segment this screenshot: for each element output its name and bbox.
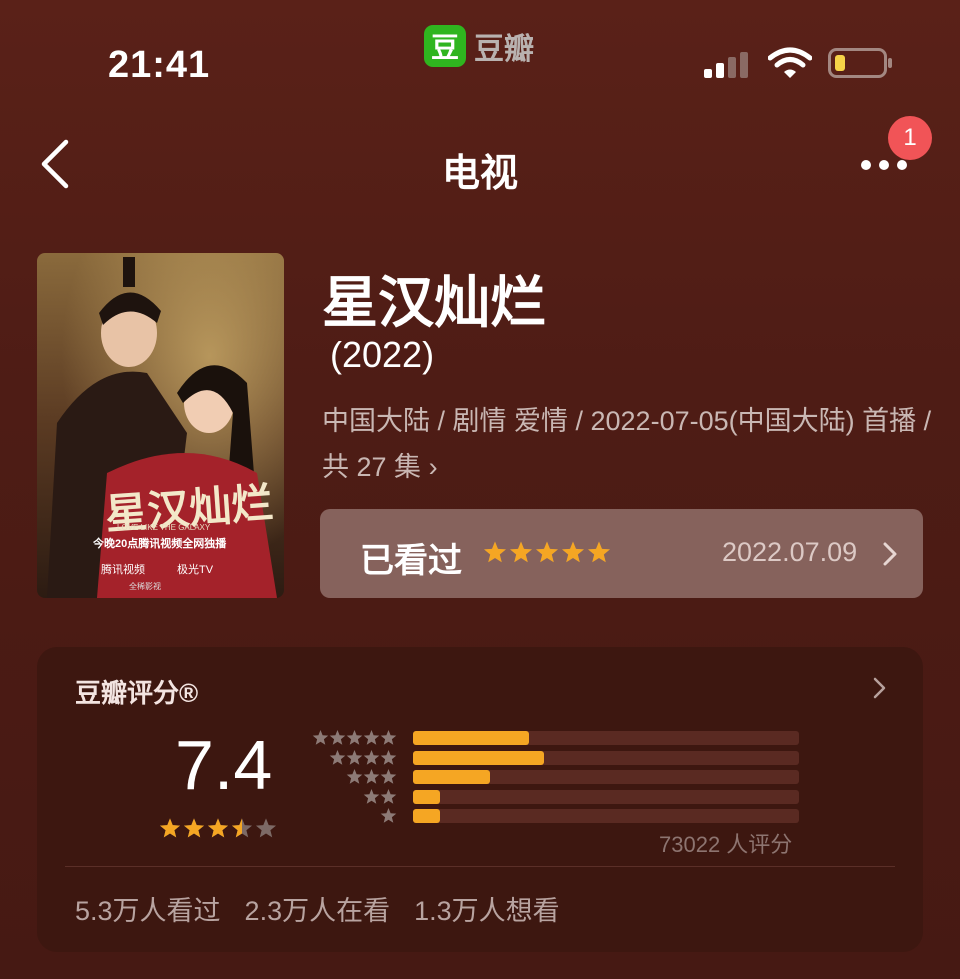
rating-dist-row (311, 807, 811, 825)
star-icon (380, 769, 397, 784)
star-icon (183, 818, 205, 838)
show-meta[interactable]: 中国大陆 / 剧情 爱情 / 2022-07-05(中国大陆) 首播 / 共 2… (322, 398, 932, 490)
dist-bar-track (413, 770, 799, 784)
dist-stars (329, 749, 397, 766)
dist-bar-track (413, 809, 799, 823)
status-bar: 21:41 豆 豆瓣 (0, 0, 960, 110)
notification-badge[interactable]: 1 (888, 116, 932, 160)
audience-stats: 5.3万人看过 2.3万人在看 1.3万人想看 (75, 889, 560, 928)
rating-dist-row (311, 768, 811, 786)
star-icon (346, 730, 363, 745)
signal-icon (704, 52, 748, 78)
douban-logo-icon: 豆 (424, 25, 466, 67)
star-icon (312, 730, 329, 745)
dist-bar-track (413, 731, 799, 745)
nav-bar: 电视 (0, 120, 960, 210)
star-icon (363, 788, 380, 804)
star-icon (346, 769, 363, 784)
star-icon (588, 541, 610, 563)
poster-promo: 今晚20点腾讯视频全网独播 (93, 538, 227, 550)
chevron-right-icon[interactable] (873, 677, 887, 699)
star-icon (159, 818, 181, 838)
score-stars (159, 817, 277, 839)
my-rating-stars (483, 540, 611, 564)
watched-label: 已看过 (360, 542, 462, 580)
poster-subtitle: LOVE LIKE THE GALAXY (117, 523, 211, 532)
chevron-right-icon (883, 542, 897, 566)
rating-dist-row (311, 788, 811, 806)
dist-stars (346, 768, 397, 785)
stat-watched[interactable]: 5.3万人看过 (75, 889, 221, 928)
app-indicator: 豆 豆瓣 (424, 24, 534, 68)
dist-bar-track (413, 750, 799, 765)
dist-bar-fill (413, 770, 491, 784)
stat-want[interactable]: 1.3万人想看 (414, 889, 560, 928)
star-icon (346, 749, 363, 765)
rating-title: 豆瓣评分® (75, 678, 199, 708)
star-icon (380, 730, 397, 745)
dist-bar-fill (413, 789, 441, 804)
chevron-right-icon: › (428, 452, 438, 482)
divider (65, 866, 895, 867)
star-icon (363, 769, 380, 784)
dist-stars (312, 729, 397, 746)
star-icon (207, 818, 229, 838)
battery-icon (828, 48, 892, 78)
poster-brand-1: 腾讯视频 (101, 564, 145, 576)
rating-dist-row (311, 729, 811, 747)
dist-bar-track (413, 789, 799, 804)
show-meta-text: 中国大陆 / 剧情 爱情 / 2022-07-05(中国大陆) 首播 / 共 2… (322, 406, 932, 482)
show-title: 星汉灿烂 (322, 271, 546, 334)
watched-date: 2022.07.09 (722, 537, 858, 567)
rating-dist-row (311, 749, 811, 767)
wifi-icon (768, 47, 812, 78)
dist-stars (380, 807, 397, 824)
douban-rating-card: 豆瓣评分® 7.4 73022 人评分 5.3万人看过 2.3万人在看 1.3万… (37, 647, 923, 952)
star-icon (255, 818, 277, 838)
poster-brand-2: 极光TV (177, 564, 214, 576)
star-icon (380, 749, 397, 765)
dist-bar-fill (413, 809, 441, 823)
star-icon (329, 730, 346, 745)
app-name: 豆瓣 (474, 33, 534, 66)
star-icon (510, 541, 532, 563)
dist-bar-fill (413, 731, 529, 745)
star-icon (329, 749, 346, 765)
show-year: (2022) (330, 334, 435, 375)
watched-status-card[interactable]: 已看过 2022.07.09 (320, 509, 923, 598)
poster-image[interactable]: 星汉灿烂 LOVE LIKE THE GALAXY 今晚20点腾讯视频全网独播 … (37, 253, 284, 598)
star-icon (231, 818, 253, 838)
dist-stars (363, 788, 397, 805)
star-icon (484, 541, 506, 563)
status-time: 21:41 (108, 44, 211, 86)
stat-watching[interactable]: 2.3万人在看 (245, 889, 391, 928)
page-title: 电视 (441, 153, 518, 195)
dist-bar-fill (413, 750, 545, 765)
star-icon (536, 541, 558, 563)
rating-score: 7.4 (175, 726, 273, 804)
star-icon (562, 541, 584, 563)
rating-count[interactable]: 73022 人评分 (659, 827, 792, 859)
star-icon (380, 808, 397, 823)
star-icon (363, 749, 380, 765)
poster-bottom-text: 全稀影视 (129, 582, 161, 591)
star-icon (380, 788, 397, 804)
star-icon (363, 730, 380, 745)
